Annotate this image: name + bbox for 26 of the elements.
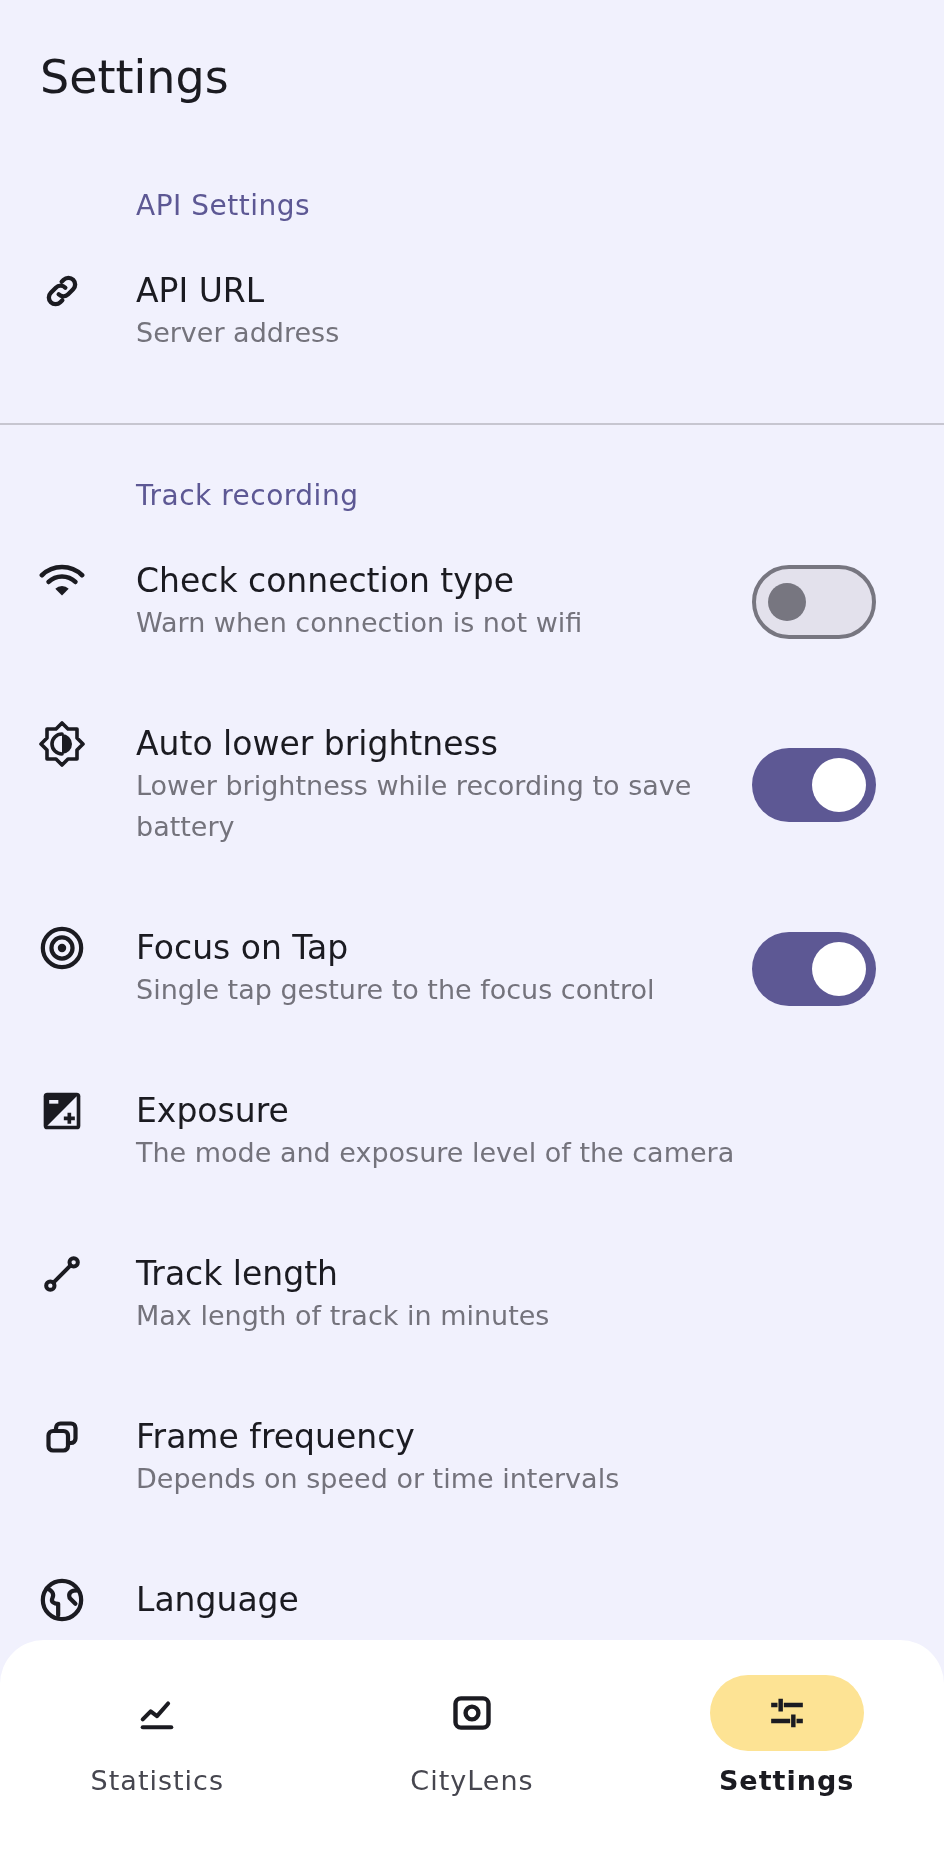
setting-description: Warn when connection is not wifi — [136, 606, 584, 640]
brightness-icon — [38, 720, 86, 768]
setting-description: The mode and exposure level of the camera — [136, 1136, 736, 1170]
nav-label: Settings — [718, 1765, 855, 1796]
setting-title: Auto lower brightness — [136, 723, 499, 765]
setting-description: Server address — [136, 316, 341, 350]
setting-description: Single tap gesture to the focus control — [136, 973, 656, 1007]
globe-icon — [39, 1577, 85, 1623]
target-icon — [39, 925, 85, 971]
setting-title: Language — [136, 1579, 300, 1621]
setting-title: Frame frequency — [136, 1416, 416, 1458]
page-title: Settings — [39, 49, 230, 106]
nav-label: CityLens — [410, 1765, 534, 1796]
path-icon — [42, 1254, 82, 1294]
setting-title: Track length — [136, 1253, 340, 1295]
setting-description: Lower brightness while recording to save battery — [136, 769, 693, 844]
nav-label: Statistics — [90, 1765, 225, 1796]
setting-description: Depends on speed or time intervals — [136, 1462, 621, 1496]
section-header: API Settings — [135, 188, 312, 224]
section-header: Track recording — [135, 478, 360, 514]
setting-title: Check connection type — [136, 560, 516, 602]
setting-title: API URL — [136, 270, 266, 312]
setting-title: Focus on Tap — [136, 927, 350, 969]
frames-icon — [44, 1419, 80, 1455]
setting-description: Max length of track in minutes — [136, 1299, 551, 1333]
setting-title: Exposure — [136, 1090, 290, 1132]
